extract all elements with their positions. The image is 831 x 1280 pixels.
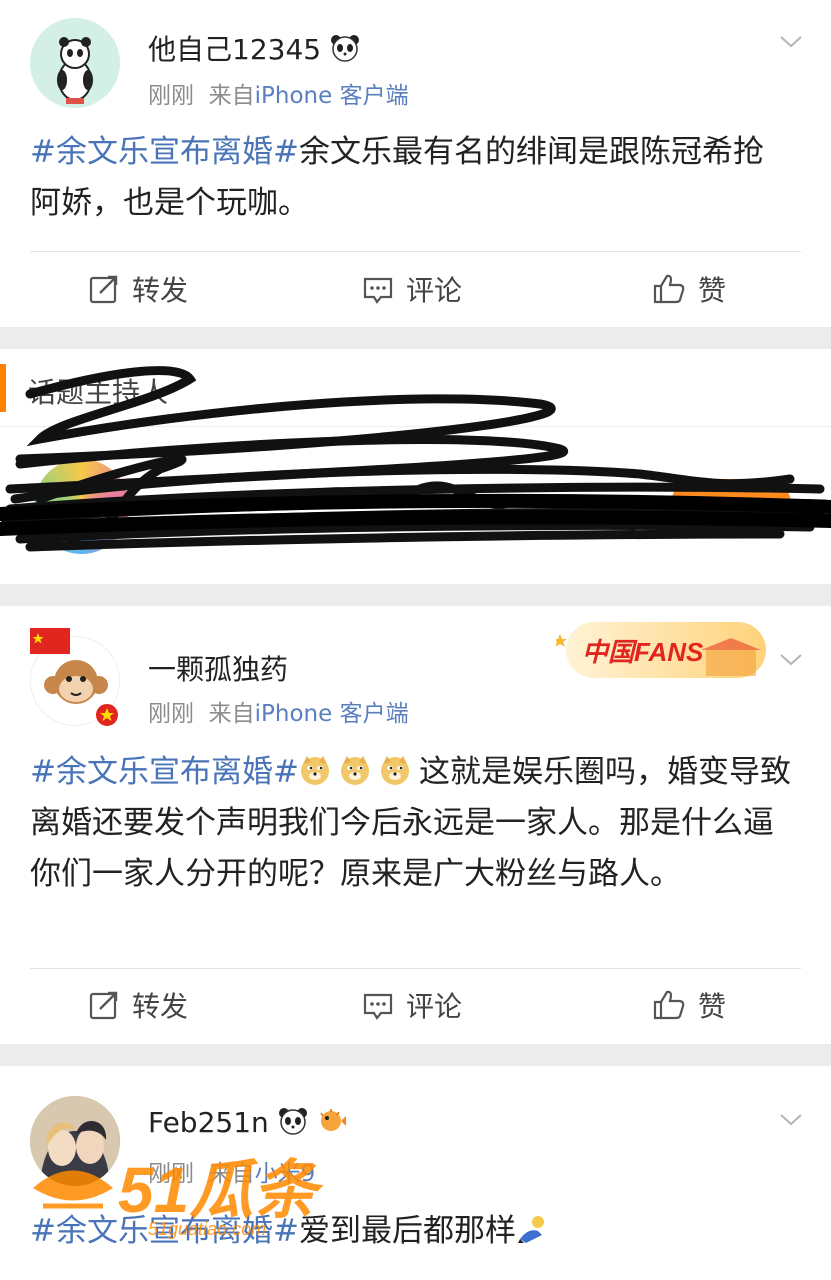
comment-button[interactable]: 评论 [362,254,462,324]
chevron-down-icon[interactable] [779,1108,803,1132]
watermark: 51瓜条 51guatiao.com [28,1139,317,1240]
repost-button[interactable]: 转发 [88,254,188,324]
hashtag-link[interactable]: #余文乐宣布离婚# [30,134,299,170]
post-card: 一颗孤独药 刚刚 来自iPhone 客户端 中国FANS #余文乐宣布离婚# 这就… [0,606,831,1044]
thumbs-up-icon [653,990,685,1020]
divider [30,251,801,252]
doge-emoji-icon [380,756,409,785]
panda-emoji-icon [278,1107,308,1142]
pufferfish-emoji-icon [317,1107,347,1142]
action-bar: 转发 评论 赞 [0,970,831,1040]
comment-icon [363,277,393,304]
sleeping-person-emoji-icon [517,1216,544,1243]
china-flag-icon [30,628,70,654]
like-button[interactable]: 赞 [652,254,726,324]
panda-emoji-icon [330,34,360,69]
comment-button[interactable]: 评论 [362,970,462,1040]
username[interactable]: 他自己12345 [148,28,360,69]
thumbs-up-icon [653,274,685,304]
username[interactable]: 一颗孤独药 [148,648,288,688]
topic-host-section: 话题主持人 [0,349,831,584]
post-card: 他自己12345 刚刚 来自iPhone 客户端 #余文乐宣布离婚#余文乐最有名… [0,0,831,327]
repost-button[interactable]: 转发 [88,970,188,1040]
post-content: #余文乐宣布离婚#余文乐最有名的绯闻是跟陈冠希抢阿娇，也是个玩咖。 [30,134,764,221]
watermark-logo-icon [33,1170,113,1209]
like-button[interactable]: 赞 [652,970,726,1040]
redaction-scribble [0,366,831,552]
comment-icon [363,993,393,1020]
china-fans-badge[interactable]: 中国FANS [556,614,771,684]
doge-emoji-icon [340,756,369,785]
chevron-down-icon[interactable] [779,30,803,54]
post-meta: 刚刚 来自iPhone 客户端 [148,83,409,109]
chevron-down-icon[interactable] [779,648,803,672]
post-content: #余文乐宣布离婚# 这就是娱乐圈吗，婚变导致离婚还要发个声明我们今后永远是一家人。… [30,754,791,892]
post-meta: 刚刚 来自iPhone 客户端 [148,701,409,727]
doge-emoji-icon [300,756,329,785]
repost-icon [89,991,118,1020]
avatar[interactable] [30,18,120,108]
divider [30,968,801,969]
red-star-badge-icon [94,702,120,728]
repost-icon [89,275,118,304]
panda-avatar-icon [30,18,120,108]
username[interactable]: Feb251n [148,1106,347,1142]
action-bar: 转发 评论 赞 [0,254,831,324]
post-card: Feb251n 刚刚 来自小米9 #余文乐宣布离婚#爱到最后都那样 51瓜条 5… [0,1066,831,1280]
hashtag-link[interactable]: #余文乐宣布离婚# [30,754,299,790]
